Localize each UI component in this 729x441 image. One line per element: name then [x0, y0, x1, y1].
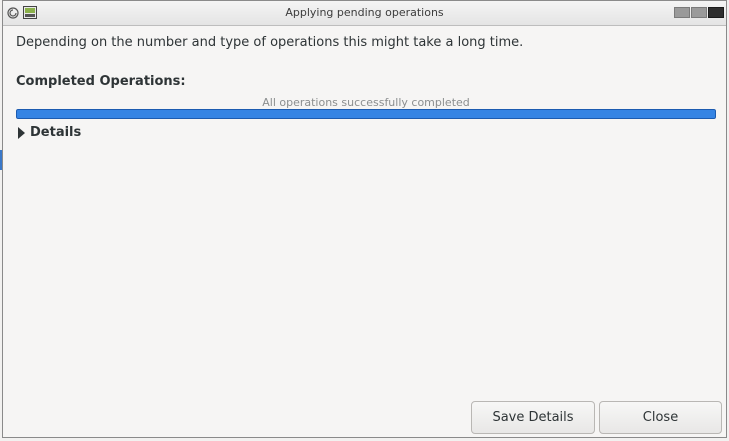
progress-status-text: All operations successfully completed [262, 96, 470, 109]
dialog-window: Applying pending operations Depending on… [2, 0, 727, 438]
close-window-button[interactable] [708, 7, 724, 18]
dialog-description: Depending on the number and type of oper… [16, 35, 524, 50]
progress-bar [16, 109, 716, 119]
save-details-button[interactable]: Save Details [471, 401, 595, 434]
progress-bar-fill [16, 109, 716, 119]
minimize-button[interactable] [674, 7, 690, 18]
details-expander[interactable]: Details [18, 125, 81, 140]
details-label: Details [30, 125, 82, 140]
close-button[interactable]: Close [599, 401, 722, 434]
maximize-button[interactable] [691, 7, 707, 18]
window-controls [674, 7, 724, 18]
expander-arrow-icon [18, 126, 25, 139]
window-title: Applying pending operations [285, 6, 444, 19]
completed-operations-heading: Completed Operations: [16, 74, 186, 89]
title-bar[interactable]: Applying pending operations [3, 1, 726, 26]
